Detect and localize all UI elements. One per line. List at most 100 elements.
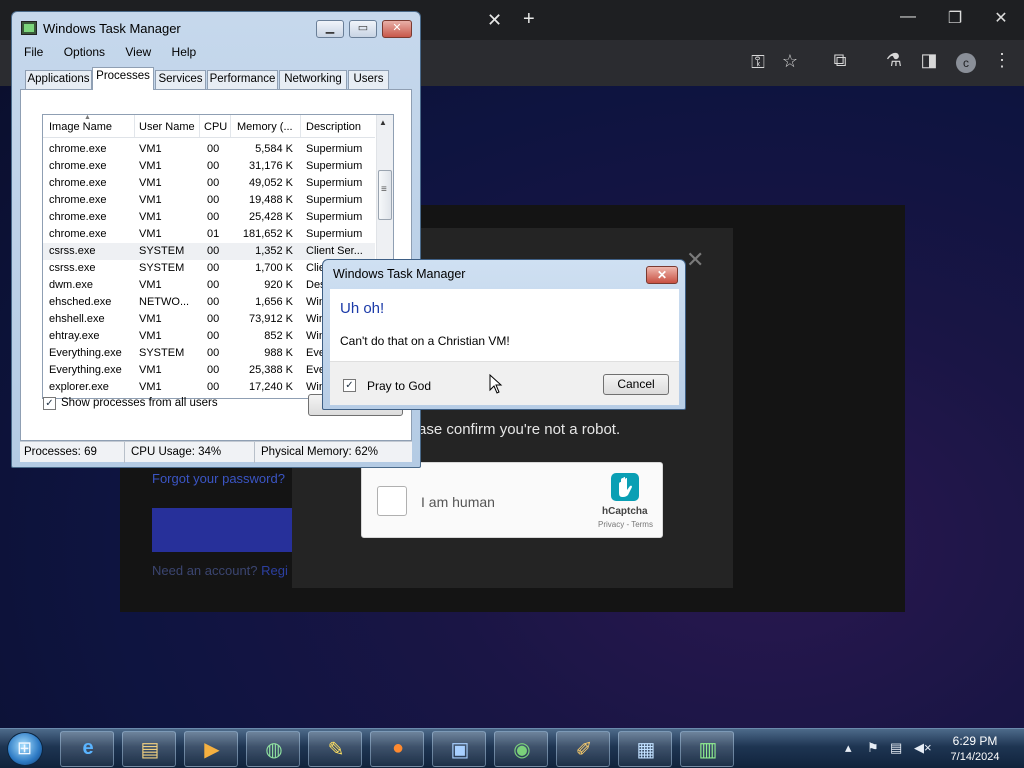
dialog-close-button[interactable]: ✕ (646, 266, 678, 284)
scroll-up-icon[interactable]: ▲ (379, 118, 387, 127)
dialog-message: Can't do that on a Christian VM! (340, 334, 510, 348)
cell-description: Supermium (306, 211, 363, 223)
cell-user-name: VM1 (139, 313, 162, 325)
column-cpu[interactable]: CPU (204, 121, 227, 133)
column-image-name[interactable]: Image Name (49, 121, 112, 133)
minimize-button[interactable]: ▁ (316, 20, 344, 38)
status-processes: Processes: 69 (20, 442, 125, 463)
labs-flask-icon[interactable]: ⚗ (882, 50, 906, 71)
browser-minimize-icon[interactable]: — (898, 8, 918, 26)
column-separator[interactable] (199, 115, 200, 137)
cell-memory: 25,428 K (248, 211, 293, 223)
column-description[interactable]: Description (306, 121, 361, 133)
volume-muted-icon[interactable]: ◀× (914, 740, 932, 756)
tab-users[interactable]: Users (348, 70, 389, 89)
browser-close-icon[interactable]: ✕ (991, 8, 1011, 28)
cell-user-name: VM1 (139, 160, 162, 172)
column-memory[interactable]: Memory (... (237, 121, 293, 133)
cell-memory: 5,584 K (255, 143, 293, 155)
taskbar-network[interactable]: ◍ (246, 731, 300, 767)
cell-memory: 49,052 K (248, 177, 293, 189)
hcaptcha-widget: I am human hCaptcha Privacy - Terms (361, 462, 663, 538)
table-row[interactable]: chrome.exe VM1 00 19,488 K Supermium (43, 192, 375, 209)
new-tab-icon[interactable]: + (523, 8, 535, 31)
table-row[interactable]: chrome.exe VM1 00 25,428 K Supermium (43, 209, 375, 226)
browser-restore-icon[interactable]: ❐ (945, 8, 965, 28)
taskbar-internet-explorer[interactable]: e (60, 731, 114, 767)
table-row[interactable]: csrss.exe SYSTEM 00 1,352 K Client Ser... (43, 243, 375, 260)
menu-view[interactable]: View (115, 43, 158, 61)
extensions-icon[interactable]: ⧉ (828, 50, 852, 71)
taskbar-firefox[interactable]: ● (370, 731, 424, 767)
cell-image-name: dwm.exe (49, 279, 94, 291)
tab-networking[interactable]: Networking (279, 70, 347, 89)
menu-file[interactable]: File (14, 43, 50, 61)
cell-user-name: VM1 (139, 211, 162, 223)
forgot-password-link[interactable]: Forgot your password? (152, 471, 285, 486)
cell-user-name: VM1 (139, 228, 162, 240)
menu-icon[interactable]: ⋮ (990, 50, 1014, 71)
star-icon[interactable]: ☆ (778, 51, 802, 72)
key-icon[interactable]: ⚿ (746, 52, 770, 73)
taskbar-paint[interactable]: ✐ (556, 731, 610, 767)
show-all-users-checkbox[interactable]: ✓ (43, 397, 56, 410)
cell-user-name: VM1 (139, 381, 162, 393)
clock-date[interactable]: 7/14/2024 (945, 751, 1005, 763)
start-button[interactable] (7, 732, 43, 766)
dialog-heading: Uh oh! (340, 300, 385, 317)
tab-close-icon[interactable]: ✕ (487, 10, 502, 31)
cell-user-name: VM1 (139, 194, 162, 206)
hcaptcha-checkbox[interactable] (377, 486, 407, 516)
show-hidden-icons-icon[interactable]: ▴ (845, 740, 852, 756)
table-row[interactable]: chrome.exe VM1 00 5,584 K Supermium (43, 141, 375, 158)
column-separator[interactable] (134, 115, 135, 137)
cell-cpu: 00 (207, 279, 220, 291)
network-status-icon[interactable]: ▤ (890, 740, 902, 756)
cell-memory: 920 K (264, 279, 293, 291)
clock-time[interactable]: 6:29 PM (945, 734, 1005, 748)
pray-to-god-checkbox[interactable]: ✓ (343, 379, 356, 392)
tab-processes[interactable]: Processes (92, 67, 154, 90)
tab-services[interactable]: Services (155, 70, 206, 89)
taskbar-control-panel[interactable]: ▦ (618, 731, 672, 767)
taskbar-task-manager[interactable]: ▥ (680, 731, 734, 767)
status-cpu-usage: CPU Usage: 34% (127, 442, 255, 463)
task-manager-icon (21, 21, 37, 35)
signup-link[interactable]: Regi (261, 563, 288, 578)
hcaptcha-terms-link[interactable]: Privacy - Terms (598, 520, 653, 529)
close-button[interactable]: ✕ (382, 20, 412, 38)
table-row[interactable]: chrome.exe VM1 00 31,176 K Supermium (43, 158, 375, 175)
maximize-button[interactable]: ▭ (349, 20, 377, 38)
table-row[interactable]: chrome.exe VM1 00 49,052 K Supermium (43, 175, 375, 192)
tab-applications[interactable]: Applications (25, 70, 92, 89)
taskbar-notepad[interactable]: ✎ (308, 731, 362, 767)
scrollbar-thumb[interactable] (378, 170, 392, 220)
cell-cpu: 00 (207, 313, 220, 325)
profile-avatar[interactable]: c (956, 53, 976, 73)
cell-image-name: chrome.exe (49, 143, 107, 155)
menu-help[interactable]: Help (162, 43, 204, 61)
table-row[interactable]: chrome.exe VM1 01 181,652 K Supermium (43, 226, 375, 243)
modal-close-icon[interactable]: ✕ (686, 247, 704, 273)
signup-text: Need an account? Regi (152, 563, 288, 578)
taskbar-remote-desktop[interactable]: ▣ (432, 731, 486, 767)
cell-user-name: VM1 (139, 143, 162, 155)
column-separator[interactable] (230, 115, 231, 137)
tab-performance[interactable]: Performance (207, 70, 278, 89)
cell-image-name: explorer.exe (49, 381, 109, 393)
cancel-button[interactable]: Cancel (603, 374, 669, 395)
dialog-content: Uh oh! Can't do that on a Christian VM! (330, 289, 679, 361)
login-button[interactable] (152, 508, 292, 552)
column-user-name[interactable]: User Name (139, 121, 195, 133)
taskbar-media-player[interactable]: ▶ (184, 731, 238, 767)
cell-description: Supermium (306, 228, 363, 240)
hcaptcha-brand: hCaptcha (602, 506, 648, 517)
taskbar-windows-live[interactable]: ◉ (494, 731, 548, 767)
menu-options[interactable]: Options (54, 43, 112, 61)
mouse-cursor-icon (489, 374, 503, 394)
action-center-flag-icon[interactable]: ⚑ (867, 740, 879, 756)
column-separator[interactable] (300, 115, 301, 137)
dialog-title: Windows Task Manager (333, 267, 466, 281)
side-panel-icon[interactable]: ◨ (917, 50, 941, 71)
taskbar-file-explorer[interactable]: ▤ (122, 731, 176, 767)
